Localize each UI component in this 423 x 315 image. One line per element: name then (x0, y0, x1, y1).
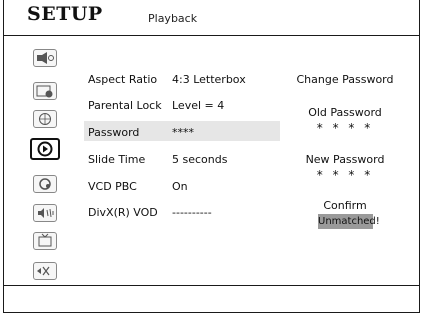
footer-divider (3, 285, 420, 286)
setting-value-slide-time[interactable]: 5 seconds (172, 153, 227, 166)
old-password-label: Old Password (308, 106, 382, 119)
setting-label-parental-lock[interactable]: Parental Lock (88, 99, 162, 112)
setting-label-slide-time[interactable]: Slide Time (88, 153, 145, 166)
new-password-label: New Password (305, 153, 385, 166)
password-status-badge: Unmatched! (318, 214, 380, 229)
playback-icon[interactable] (30, 138, 60, 160)
page-title: SETUP (27, 3, 103, 25)
globe-icon[interactable] (33, 110, 57, 128)
new-password-field[interactable]: * * * * (286, 168, 404, 182)
exit-icon[interactable] (33, 262, 57, 280)
header-divider (3, 35, 420, 36)
speaker-icon[interactable] (33, 49, 57, 67)
change-password-title: Change Password (296, 73, 394, 86)
confirm-label: Confirm (323, 199, 367, 212)
audio-icon[interactable] (33, 204, 57, 222)
setting-value-parental-lock[interactable]: Level = 4 (172, 99, 224, 112)
refresh-icon[interactable] (33, 175, 57, 193)
setting-label-divx-vod[interactable]: DivX(R) VOD (88, 206, 158, 219)
setting-label-password[interactable]: Password (88, 126, 139, 139)
setting-value-password[interactable]: **** (172, 126, 194, 139)
setting-label-vcd-pbc[interactable]: VCD PBC (88, 180, 137, 193)
page-subtitle: Playback (148, 12, 198, 25)
tv-icon[interactable] (33, 232, 57, 250)
clock-icon[interactable] (33, 82, 57, 100)
setting-label-aspect-ratio[interactable]: Aspect Ratio (88, 73, 157, 86)
setting-value-aspect-ratio[interactable]: 4:3 Letterbox (172, 73, 246, 86)
old-password-field[interactable]: * * * * (286, 121, 404, 135)
setting-value-vcd-pbc[interactable]: On (172, 180, 188, 193)
setting-value-divx-vod[interactable]: ---------- (172, 206, 212, 219)
